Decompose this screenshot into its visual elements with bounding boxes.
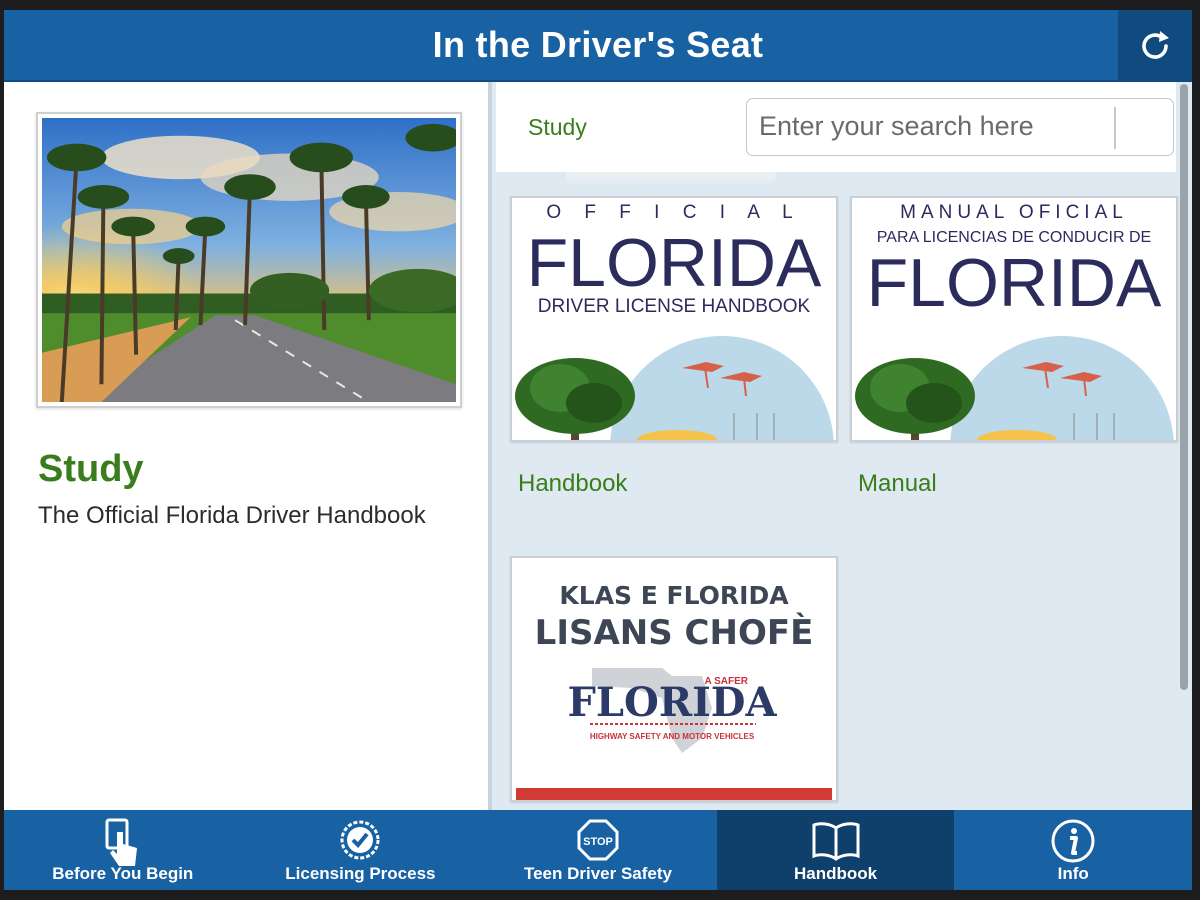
cover-subtitle: DRIVER LICENSE HANDBOOK xyxy=(538,296,811,317)
nav-label: Teen Driver Safety xyxy=(523,864,672,883)
refresh-icon xyxy=(1142,31,1169,59)
search-button[interactable] xyxy=(1117,99,1173,154)
search-divider xyxy=(1114,107,1116,149)
stop-sign-icon: STOP xyxy=(577,819,619,861)
search-input[interactable] xyxy=(747,99,1113,154)
cover-big-title: FLORIDA xyxy=(867,245,1162,321)
hero-image xyxy=(36,112,462,408)
detail-title: Study xyxy=(38,448,144,490)
bottom-nav: Before You Begin Licensing Process STOP … xyxy=(4,810,1192,890)
cover-line1: KLAS E FLORIDA xyxy=(559,581,789,610)
search-box xyxy=(746,98,1174,156)
hand-tap-icon xyxy=(105,818,137,866)
content-toolbar: Study xyxy=(496,82,1176,172)
nav-item-licensing-process[interactable]: Licensing Process xyxy=(242,810,480,890)
info-icon xyxy=(1051,819,1095,863)
app-title: In the Driver's Seat xyxy=(432,24,764,65)
nav-label: Licensing Process xyxy=(285,864,436,883)
nav-item-teen-driver-safety[interactable]: STOP Teen Driver Safety xyxy=(479,810,717,890)
nav-item-info[interactable]: Info xyxy=(954,810,1192,890)
toolbar-tab-shadow xyxy=(566,172,776,186)
handbook-tile[interactable]: O F F I C I A L FLORIDA DRIVER LICENSE H… xyxy=(510,196,838,442)
refresh-button[interactable] xyxy=(1118,10,1192,82)
content-panel: Study O F F I C I A L FLORIDA DRIVER LIC… xyxy=(496,82,1192,810)
manual-link[interactable]: Manual xyxy=(858,470,937,498)
cover-subtitle: PARA LICENCIAS DE CONDUCIR DE xyxy=(877,229,1151,246)
nav-item-handbook[interactable]: Handbook xyxy=(716,810,955,890)
logo-big-text: FLORIDA xyxy=(567,679,777,726)
handbook-link[interactable]: Handbook xyxy=(518,470,627,498)
creole-handbook-tile[interactable]: KLAS E FLORIDA LISANS CHOFÈ A SAFER FLOR… xyxy=(510,556,838,802)
cover-top-line: O F F I C I A L xyxy=(546,202,801,223)
detail-panel: Study The Official Florida Driver Handbo… xyxy=(4,82,492,810)
badge-check-icon xyxy=(340,820,380,860)
app-header: In the Driver's Seat xyxy=(4,10,1192,82)
nav-label: Info xyxy=(1057,864,1089,883)
detail-subtitle: The Official Florida Driver Handbook xyxy=(38,502,426,529)
nav-label: Handbook xyxy=(794,864,878,883)
svg-text:STOP: STOP xyxy=(583,836,613,848)
cover-top-line: MANUAL OFICIAL xyxy=(900,202,1128,223)
section-label: Study xyxy=(528,114,587,140)
manual-tile[interactable]: MANUAL OFICIAL PARA LICENCIAS DE CONDUCI… xyxy=(850,196,1178,442)
open-book-icon xyxy=(812,822,860,861)
logo-sub-text: HIGHWAY SAFETY AND MOTOR VEHICLES xyxy=(590,732,755,741)
cover-line2: LISANS CHOFÈ xyxy=(535,612,814,653)
app-window: In the Driver's Seat Study The Official … xyxy=(4,10,1192,890)
cover-big-title: FLORIDA xyxy=(527,225,822,301)
nav-item-before-you-begin[interactable]: Before You Begin xyxy=(4,810,242,890)
scrollbar[interactable] xyxy=(1180,84,1188,690)
